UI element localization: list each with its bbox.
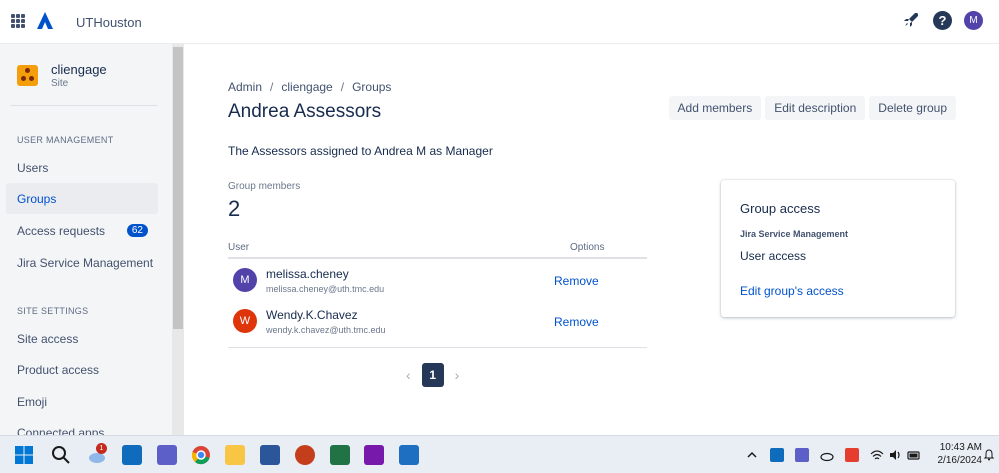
sidebar-item-jira-service-management[interactable]: Jira Service Management bbox=[6, 247, 158, 278]
sidebar-item-label: Site access bbox=[17, 331, 79, 346]
snagit-tray-icon[interactable] bbox=[845, 448, 859, 462]
edit-description-button[interactable]: Edit description bbox=[765, 96, 866, 120]
app-switcher-icon[interactable] bbox=[11, 14, 25, 28]
chevron-up-icon[interactable] bbox=[745, 448, 759, 462]
chevron-left-icon[interactable]: ‹ bbox=[406, 367, 411, 383]
breadcrumb-groups[interactable]: Groups bbox=[352, 80, 391, 94]
windows-start-icon[interactable] bbox=[14, 445, 34, 465]
sidebar-divider bbox=[10, 105, 158, 106]
clock-date: 2/16/2024 bbox=[937, 455, 983, 466]
sidebar-item-label: Connected apps bbox=[17, 425, 105, 436]
main-content: Admin / cliengage / Groups Andrea Assess… bbox=[184, 44, 999, 435]
rocket-icon[interactable] bbox=[901, 10, 921, 30]
sidebar-item-product-access[interactable]: Product access bbox=[6, 354, 158, 385]
windows-taskbar: 1 10:43 AM 2/16/2024 bbox=[0, 435, 999, 473]
group-members-label: Group members bbox=[228, 181, 301, 192]
sidebar-item-label: Jira Service Management bbox=[17, 255, 154, 270]
group-access-title: Group access bbox=[740, 201, 821, 216]
clock-time: 10:43 AM bbox=[939, 442, 982, 453]
page-title: Andrea Assessors bbox=[228, 101, 382, 122]
edit-group-access-link[interactable]: Edit group's access bbox=[740, 284, 844, 298]
sidebar-item-access-requests[interactable]: Access requests 62 bbox=[6, 215, 158, 246]
help-icon[interactable]: ? bbox=[933, 10, 952, 30]
taskbar-clock[interactable]: 10:43 AM 2/16/2024 bbox=[932, 441, 983, 467]
table-header: User Options bbox=[228, 236, 647, 259]
sidebar-scrollbar[interactable] bbox=[172, 44, 184, 435]
member-email: wendy.k.chavez@uth.tmc.edu bbox=[266, 325, 386, 335]
pagination: ‹ 1 › bbox=[406, 363, 459, 387]
excel-icon[interactable] bbox=[330, 445, 350, 465]
battery-icon[interactable] bbox=[907, 448, 921, 462]
snagit-icon[interactable] bbox=[399, 445, 419, 465]
file-explorer-icon[interactable] bbox=[225, 445, 245, 465]
teams-icon[interactable] bbox=[157, 445, 177, 465]
member-name[interactable]: Wendy.K.Chavez bbox=[266, 308, 358, 322]
search-icon[interactable] bbox=[51, 445, 71, 465]
org-name[interactable]: UTHouston bbox=[76, 15, 142, 30]
remove-member-button[interactable]: Remove bbox=[554, 315, 599, 329]
member-avatar[interactable]: M bbox=[233, 268, 257, 292]
sidebar-item-label: Emoji bbox=[17, 394, 48, 409]
onedrive-icon[interactable] bbox=[820, 448, 834, 462]
table-row: M melissa.cheney melissa.cheney@uth.tmc.… bbox=[228, 259, 647, 300]
site-switcher[interactable]: cliengage Site bbox=[17, 62, 107, 89]
outlook-tray-icon[interactable] bbox=[770, 448, 784, 462]
page-button-current[interactable]: 1 bbox=[421, 363, 444, 387]
sidebar-item-label: Product access bbox=[17, 362, 100, 377]
notification-bell-icon[interactable] bbox=[984, 449, 994, 461]
group-actions: Add members Edit description Delete grou… bbox=[668, 96, 956, 120]
table-divider bbox=[228, 347, 647, 348]
sidebar-item-connected-apps[interactable]: Connected apps bbox=[6, 417, 158, 436]
table-row: W Wendy.K.Chavez wendy.k.chavez@uth.tmc.… bbox=[228, 300, 647, 341]
user-avatar[interactable]: M bbox=[964, 10, 983, 30]
site-name: cliengage bbox=[51, 62, 107, 77]
top-navigation-bar: UTHouston ? M bbox=[0, 0, 999, 44]
word-icon[interactable] bbox=[260, 445, 280, 465]
onenote-icon[interactable] bbox=[364, 445, 384, 465]
volume-icon[interactable] bbox=[888, 448, 902, 462]
member-avatar[interactable]: W bbox=[233, 309, 257, 333]
site-settings-heading: SITE SETTINGS bbox=[17, 306, 89, 316]
chrome-icon[interactable] bbox=[191, 445, 211, 465]
group-access-level: User access bbox=[740, 249, 807, 263]
sidebar: cliengage Site USER MANAGEMENT Users Gro… bbox=[0, 44, 184, 435]
members-table: User Options M melissa.cheney melissa.ch… bbox=[228, 236, 647, 348]
member-name[interactable]: melissa.cheney bbox=[266, 267, 349, 281]
sidebar-item-label: Access requests bbox=[17, 223, 106, 238]
sidebar-item-emoji[interactable]: Emoji bbox=[6, 386, 158, 417]
group-description: The Assessors assigned to Andrea M as Ma… bbox=[228, 144, 493, 158]
member-email: melissa.cheney@uth.tmc.edu bbox=[266, 284, 385, 294]
sidebar-item-groups[interactable]: Groups bbox=[6, 183, 158, 214]
outlook-icon[interactable] bbox=[122, 445, 142, 465]
breadcrumb-separator: / bbox=[270, 80, 274, 94]
site-type: Site bbox=[51, 78, 69, 89]
atlassian-logo-icon[interactable] bbox=[37, 12, 53, 30]
column-user: User bbox=[228, 242, 250, 253]
group-access-card: Group access Jira Service Management Use… bbox=[721, 180, 955, 317]
user-management-heading: USER MANAGEMENT bbox=[17, 135, 114, 145]
group-members-count: 2 bbox=[228, 196, 241, 221]
sidebar-item-label: Users bbox=[17, 160, 49, 175]
add-members-button[interactable]: Add members bbox=[668, 96, 762, 120]
group-access-product: Jira Service Management bbox=[740, 229, 849, 239]
chevron-right-icon[interactable]: › bbox=[455, 367, 460, 383]
breadcrumb-separator: / bbox=[340, 80, 345, 94]
sidebar-item-label: Groups bbox=[17, 191, 57, 206]
breadcrumb-admin[interactable]: Admin bbox=[228, 80, 262, 94]
remove-member-button[interactable]: Remove bbox=[554, 274, 599, 288]
sidebar-item-site-access[interactable]: Site access bbox=[6, 323, 158, 354]
column-options: Options bbox=[570, 242, 605, 253]
scrollbar-thumb[interactable] bbox=[173, 47, 183, 329]
site-logo-icon bbox=[17, 65, 38, 86]
powerpoint-icon[interactable] bbox=[295, 445, 315, 465]
access-requests-badge: 62 bbox=[126, 224, 148, 237]
wifi-icon[interactable] bbox=[870, 448, 884, 462]
teams-tray-icon[interactable] bbox=[795, 448, 809, 462]
notification-badge: 1 bbox=[96, 443, 107, 454]
breadcrumb-site[interactable]: cliengage bbox=[281, 80, 332, 94]
breadcrumb: Admin / cliengage / Groups bbox=[228, 80, 391, 94]
delete-group-button[interactable]: Delete group bbox=[869, 96, 956, 120]
sidebar-item-users[interactable]: Users bbox=[6, 152, 158, 183]
